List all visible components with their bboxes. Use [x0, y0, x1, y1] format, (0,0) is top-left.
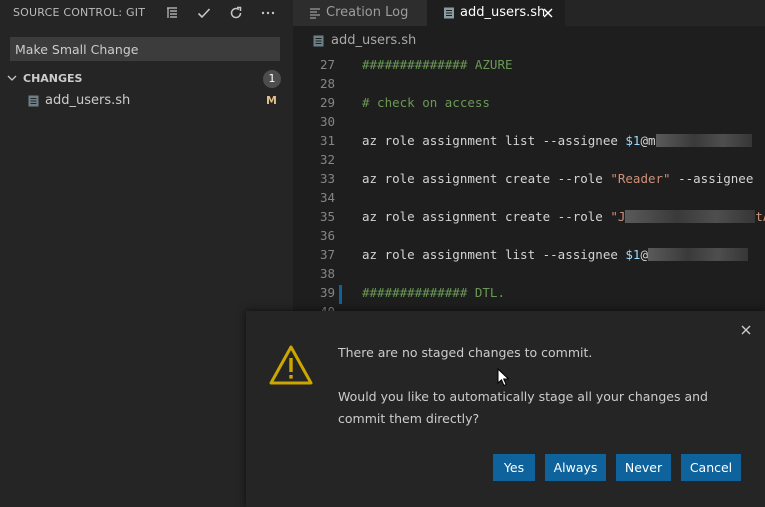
tab-add-users[interactable]: add_users.sh — [427, 0, 565, 26]
code-line: 33 az role assignment create --role "Rea… — [293, 170, 765, 189]
document-lines-icon — [310, 8, 320, 19]
line-number: 29 — [319, 95, 335, 110]
cancel-button[interactable]: Cancel — [681, 454, 741, 481]
code-line: 28 — [293, 75, 765, 94]
code-line: 31 az role assignment list --assignee $1… — [293, 132, 765, 151]
code-line: 38 — [293, 265, 765, 284]
code-variable: $1 — [625, 247, 641, 262]
file-icon — [28, 95, 39, 107]
dialog-message: There are no staged changes to commit. — [338, 345, 593, 360]
mouse-cursor-icon — [497, 368, 509, 387]
line-number: 32 — [319, 152, 335, 167]
commit-message-input[interactable] — [10, 37, 280, 61]
breadcrumb[interactable]: add_users.sh — [293, 30, 765, 52]
sidebar-header: SOURCE CONTROL: GIT — [0, 0, 293, 26]
never-button[interactable]: Never — [616, 454, 671, 481]
redacted-text — [625, 210, 756, 223]
code-line: 32 — [293, 151, 765, 170]
code-string: "Reader" — [610, 171, 671, 186]
line-number: 34 — [319, 190, 335, 205]
line-number: 37 — [319, 247, 335, 262]
close-icon[interactable] — [541, 6, 555, 20]
code-comment: ############## AZURE — [362, 57, 513, 72]
code-variable: $1 — [625, 133, 641, 148]
redacted-text — [648, 248, 748, 261]
redacted-text — [655, 134, 752, 147]
modified-status-badge: M — [266, 94, 277, 107]
code-line: 39 ############## DTL. — [293, 284, 765, 303]
code-text: @m — [640, 133, 656, 148]
line-number: 31 — [319, 133, 335, 148]
breadcrumb-file: add_users.sh — [331, 33, 417, 48]
code-text: az role assignment list --assignee — [362, 133, 626, 148]
code-comment: # check on access — [362, 95, 490, 110]
refresh-icon[interactable] — [223, 2, 249, 24]
code-string: "J — [610, 209, 626, 224]
code-line: 36 — [293, 227, 765, 246]
editor-tabs: Creation Log add_users.sh — [293, 0, 765, 26]
changes-label: CHANGES — [23, 72, 83, 85]
code-line: 37 az role assignment list --assignee $1… — [293, 246, 765, 265]
code-text: az role assignment list --assignee — [362, 247, 626, 262]
warning-icon — [269, 345, 313, 385]
changes-count-badge: 1 — [263, 70, 281, 88]
tab-label: add_users.sh — [460, 5, 546, 20]
code-editor[interactable]: 27 ############## AZURE 28 29 # check on… — [293, 56, 765, 319]
code-text: --assignee — [670, 171, 754, 186]
tab-label: Creation Log — [326, 5, 409, 20]
code-line: 29 # check on access — [293, 94, 765, 113]
line-number: 39 — [319, 285, 335, 300]
line-number: 36 — [319, 228, 335, 243]
current-line-marker — [339, 285, 342, 304]
yes-button[interactable]: Yes — [493, 454, 535, 481]
line-number: 30 — [319, 114, 335, 129]
commit-confirm-dialog: There are no staged changes to commit. W… — [246, 311, 765, 507]
list-item[interactable]: add_users.sh M — [0, 90, 293, 112]
chevron-down-icon — [7, 75, 17, 81]
tab-creation-log[interactable]: Creation Log — [293, 0, 427, 26]
line-number: 35 — [319, 209, 335, 224]
more-actions-icon[interactable] — [255, 2, 281, 24]
code-text: @ — [640, 247, 648, 262]
dialog-detail: Would you like to automatically stage al… — [338, 389, 708, 426]
line-number: 33 — [319, 171, 335, 186]
line-number: 38 — [319, 266, 335, 281]
close-icon[interactable] — [739, 323, 753, 337]
code-line: 30 — [293, 113, 765, 132]
code-text: az role assignment create --role — [362, 209, 611, 224]
always-button[interactable]: Always — [545, 454, 606, 481]
commit-check-icon[interactable] — [191, 2, 217, 24]
code-line: 27 ############## AZURE — [293, 56, 765, 75]
sidebar-actions — [159, 2, 281, 24]
changes-section-header[interactable]: CHANGES 1 — [0, 69, 293, 89]
file-icon — [313, 35, 324, 47]
code-line: 34 — [293, 189, 765, 208]
code-line: 35 az role assignment create --role "J tA — [293, 208, 765, 227]
file-icon — [444, 7, 454, 19]
line-number: 27 — [319, 57, 335, 72]
view-as-tree-icon[interactable] — [159, 2, 185, 24]
code-comment: ############## DTL. — [362, 285, 505, 300]
changed-file-name: add_users.sh — [45, 93, 131, 108]
code-text: az role assignment create --role — [362, 171, 611, 186]
line-number: 28 — [319, 76, 335, 91]
sidebar-title: SOURCE CONTROL: GIT — [13, 6, 146, 19]
code-string: tA — [755, 209, 765, 224]
